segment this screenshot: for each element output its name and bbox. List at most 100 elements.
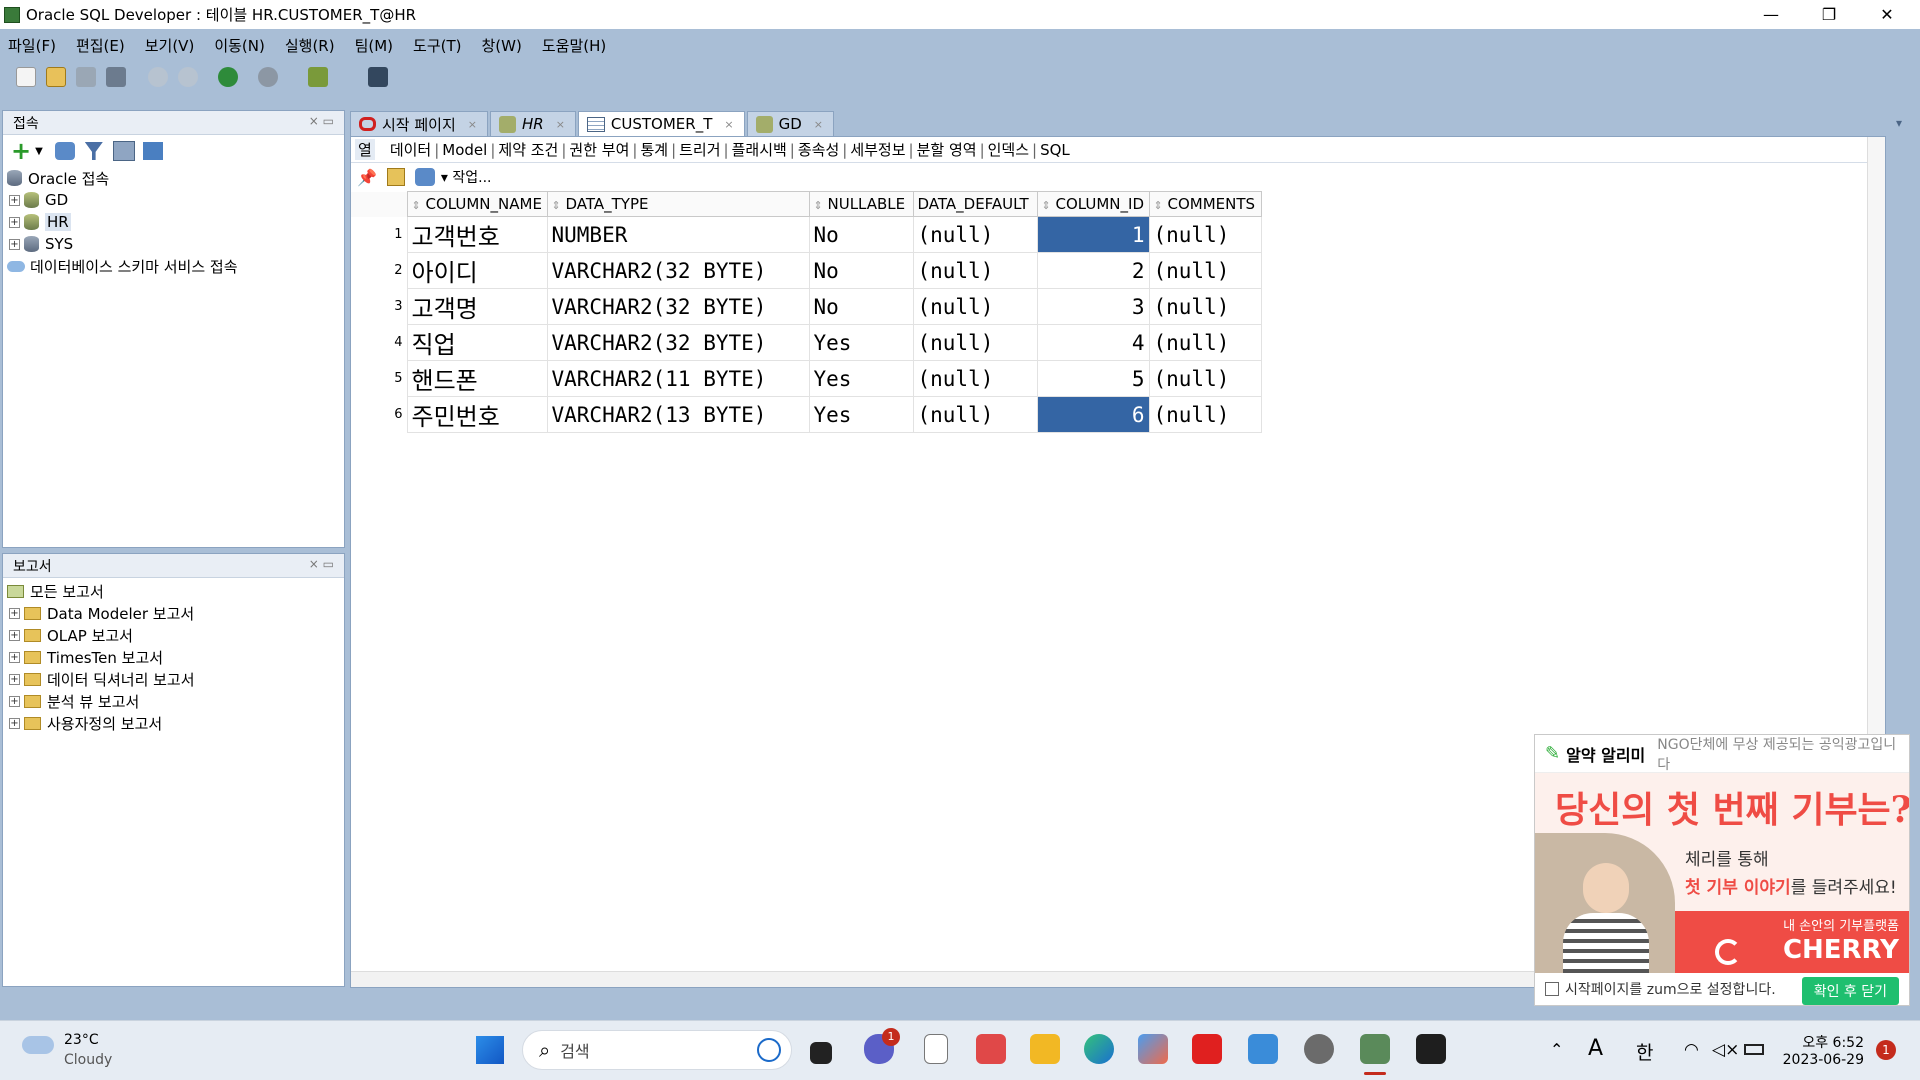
sync-app-icon[interactable] bbox=[976, 1034, 1006, 1064]
ad-banner[interactable]: 당신의 첫 번째 기부는? 체리를 통해 첫 기부 이야기를 들려주세요! 내 … bbox=[1535, 773, 1909, 973]
table-row[interactable]: 1 고객번호 NUMBER No (null) 1 (null) bbox=[351, 216, 1262, 253]
battery-icon[interactable] bbox=[1744, 1044, 1764, 1055]
tree-item-gd[interactable]: + GD bbox=[7, 189, 344, 211]
sql-worksheet-icon[interactable] bbox=[308, 67, 328, 87]
tab-customer-t[interactable]: CUSTOMER_T × bbox=[577, 111, 745, 136]
weather-temp[interactable]: 23°C bbox=[64, 1032, 99, 1048]
chevron-down-icon[interactable]: ▼ bbox=[35, 146, 43, 157]
cell-nullable[interactable]: No bbox=[808, 288, 914, 325]
open-folder-icon[interactable] bbox=[46, 67, 66, 87]
tree-item-report[interactable]: + 분석 뷰 보고서 bbox=[7, 690, 344, 712]
cell-data-default[interactable]: (null) bbox=[912, 252, 1038, 289]
wifi-icon[interactable]: ◠ bbox=[1684, 1040, 1699, 1060]
refresh-icon[interactable] bbox=[414, 168, 435, 186]
notification-badge[interactable]: 1 bbox=[1876, 1040, 1896, 1060]
add-connection-icon[interactable]: + bbox=[11, 137, 31, 165]
taskbar-search[interactable]: ⌕ 검색 bbox=[522, 1030, 792, 1070]
subtab-model[interactable]: Model bbox=[439, 141, 490, 159]
subtab-indexes[interactable]: 인덱스 bbox=[985, 139, 1032, 160]
back-arrow-icon[interactable] bbox=[218, 67, 238, 87]
subtab-details[interactable]: 세부정보 bbox=[847, 139, 908, 160]
cell-data-type[interactable]: VARCHAR2(32 BYTE) bbox=[546, 288, 810, 325]
bing-icon[interactable] bbox=[757, 1038, 781, 1062]
cell-column-name[interactable]: 직업 bbox=[406, 324, 548, 361]
ime-mode-a[interactable]: A bbox=[1588, 1036, 1603, 1061]
column-header[interactable]: DATA_DEFAULT bbox=[912, 191, 1038, 217]
cell-column-name[interactable]: 아이디 bbox=[406, 252, 548, 289]
close-tab-icon[interactable]: × bbox=[814, 118, 823, 131]
minimize-button[interactable]: — bbox=[1742, 0, 1800, 29]
cell-nullable[interactable]: Yes bbox=[808, 396, 914, 433]
clock-date[interactable]: 2023-06-29 bbox=[1782, 1052, 1864, 1068]
tree-item-report[interactable]: + OLAP 보고서 bbox=[7, 624, 344, 646]
subtab-triggers[interactable]: 트리거 bbox=[676, 139, 723, 160]
menu-help[interactable]: 도움말(H) bbox=[542, 35, 606, 56]
app-icon[interactable] bbox=[1138, 1034, 1168, 1064]
cell-column-id[interactable]: 3 bbox=[1036, 288, 1150, 325]
task-view-icon[interactable] bbox=[810, 1042, 832, 1064]
tree-item-report[interactable]: + 데이터 딕셔너리 보고서 bbox=[7, 668, 344, 690]
new-icon[interactable] bbox=[16, 67, 36, 87]
ad-checkbox[interactable] bbox=[1545, 982, 1559, 996]
table-row[interactable]: 6 주민번호 VARCHAR2(13 BYTE) Yes (null) 6 (n… bbox=[351, 396, 1262, 433]
ime-mode-han[interactable]: 한 bbox=[1636, 1038, 1653, 1065]
forward-arrow-icon[interactable] bbox=[258, 67, 278, 87]
speaker-muted-icon[interactable]: ◁× bbox=[1712, 1040, 1739, 1060]
control-panel-icon[interactable] bbox=[1248, 1034, 1278, 1064]
save-all-icon[interactable] bbox=[106, 67, 126, 87]
cell-comments[interactable]: (null) bbox=[1148, 288, 1262, 325]
subtab-constraints[interactable]: 제약 조건 bbox=[495, 139, 561, 160]
table-row[interactable]: 3 고객명 VARCHAR2(32 BYTE) No (null) 3 (nul… bbox=[351, 288, 1262, 325]
binoculars-icon[interactable] bbox=[368, 67, 388, 87]
cell-data-type[interactable]: NUMBER bbox=[546, 216, 810, 253]
file-explorer-icon[interactable] bbox=[1030, 1034, 1060, 1064]
edge-icon[interactable] bbox=[1084, 1034, 1114, 1064]
subtab-data[interactable]: 데이터 bbox=[387, 139, 434, 160]
table-row[interactable]: 2 아이디 VARCHAR2(32 BYTE) No (null) 2 (nul… bbox=[351, 252, 1262, 289]
cell-data-type[interactable]: VARCHAR2(11 BYTE) bbox=[546, 360, 810, 397]
tree-item-hr[interactable]: + HR bbox=[7, 211, 344, 233]
cell-data-default[interactable]: (null) bbox=[912, 324, 1038, 361]
schema-browser-icon[interactable] bbox=[112, 141, 135, 161]
undo-icon[interactable] bbox=[148, 67, 168, 87]
menu-view[interactable]: 보기(V) bbox=[145, 35, 195, 56]
cell-column-id[interactable]: 6 bbox=[1036, 396, 1150, 433]
tab-list-chevron-icon[interactable]: ▾ bbox=[1896, 116, 1902, 130]
cell-data-default[interactable]: (null) bbox=[912, 396, 1038, 433]
save-icon[interactable] bbox=[76, 67, 96, 87]
filter-icon[interactable] bbox=[84, 142, 103, 160]
cell-comments[interactable]: (null) bbox=[1148, 216, 1262, 253]
column-header[interactable]: ⇕ COMMENTS bbox=[1148, 191, 1262, 217]
menu-window[interactable]: 창(W) bbox=[482, 35, 522, 56]
sqldeveloper-taskbar-icon[interactable] bbox=[1360, 1034, 1390, 1064]
cell-comments[interactable]: (null) bbox=[1148, 252, 1262, 289]
cell-column-name[interactable]: 주민번호 bbox=[406, 396, 548, 433]
settings-gear-icon[interactable] bbox=[1304, 1034, 1334, 1064]
subtab-flashback[interactable]: 플래시백 bbox=[729, 139, 790, 160]
expand-icon[interactable]: + bbox=[9, 651, 20, 663]
close-tab-icon[interactable]: × bbox=[556, 118, 565, 131]
expand-icon[interactable]: + bbox=[9, 717, 20, 729]
tree-root-oracle-connections[interactable]: Oracle 접속 bbox=[7, 167, 344, 189]
restore-button[interactable]: ❐ bbox=[1800, 0, 1858, 29]
cell-nullable[interactable]: Yes bbox=[808, 360, 914, 397]
tree-item-cloud-connections[interactable]: 데이터베이스 스키마 서비스 접속 bbox=[7, 255, 344, 277]
chevron-up-icon[interactable]: ⌃ bbox=[1550, 1040, 1563, 1059]
refresh-icon[interactable] bbox=[54, 142, 75, 160]
expand-icon[interactable]: + bbox=[9, 216, 20, 228]
tree-item-report[interactable]: + TimesTen 보고서 bbox=[7, 646, 344, 668]
cell-column-id[interactable]: 2 bbox=[1036, 252, 1150, 289]
clock-time[interactable]: 오후 6:52 bbox=[1782, 1032, 1864, 1052]
expand-icon[interactable]: + bbox=[9, 695, 20, 707]
cell-data-default[interactable]: (null) bbox=[912, 216, 1038, 253]
menu-tools[interactable]: 도구(T) bbox=[413, 35, 461, 56]
tree-item-report[interactable]: + 사용자정의 보고서 bbox=[7, 712, 344, 734]
cell-column-name[interactable]: 고객번호 bbox=[406, 216, 548, 253]
weather-cloud-icon[interactable] bbox=[22, 1036, 54, 1054]
subtab-grants[interactable]: 권한 부여 bbox=[566, 139, 632, 160]
cell-nullable[interactable]: Yes bbox=[808, 324, 914, 361]
cell-nullable[interactable]: No bbox=[808, 216, 914, 253]
column-header[interactable]: ⇕ COLUMN_ID bbox=[1036, 191, 1150, 217]
subtab-dependencies[interactable]: 종속성 bbox=[795, 139, 842, 160]
subtab-statistics[interactable]: 통계 bbox=[637, 139, 671, 160]
